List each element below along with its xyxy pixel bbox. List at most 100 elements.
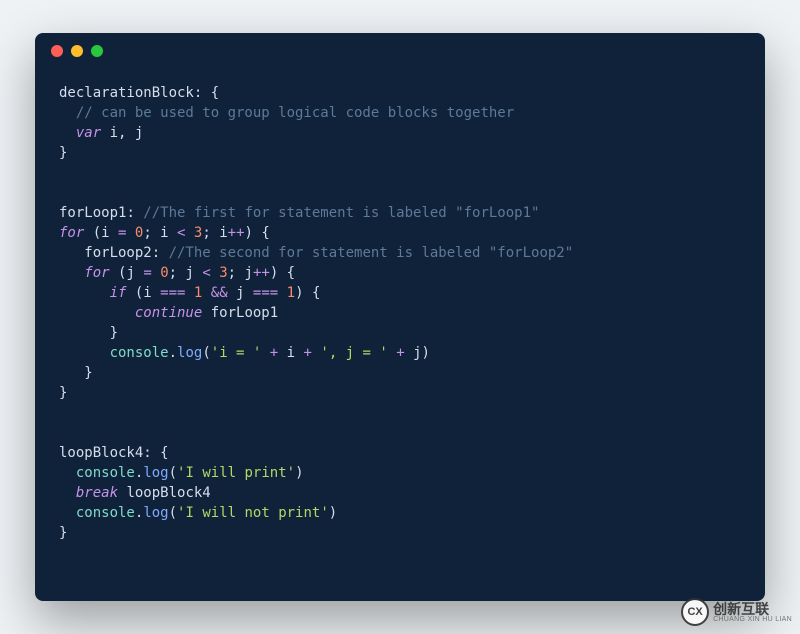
code-token: } [59, 385, 67, 401]
close-icon[interactable] [51, 45, 63, 57]
code-token: } [59, 325, 118, 341]
zoom-icon[interactable] [91, 45, 103, 57]
code-token [202, 285, 210, 301]
code-line: } [59, 143, 741, 163]
code-line: console.log('i = ' + i + ', j = ' + j) [59, 343, 741, 363]
code-token [185, 225, 193, 241]
code-token: ', j = ' [320, 345, 387, 361]
code-line: var i, j [59, 123, 741, 143]
code-editor: declarationBlock: { // can be used to gr… [35, 69, 765, 567]
code-token: } [59, 145, 67, 161]
code-token: j) [405, 345, 430, 361]
code-token: ) [329, 505, 337, 521]
code-line: if (i === 1 && j === 1) { [59, 283, 741, 303]
code-token: // can be used to group logical code blo… [76, 105, 514, 121]
code-token: : { [143, 445, 168, 461]
code-token: log [177, 345, 202, 361]
code-line [59, 423, 741, 443]
code-line: continue forLoop1 [59, 303, 741, 323]
code-token: console [76, 465, 135, 481]
code-token: loopBlock4 [59, 445, 143, 461]
code-token: 'I will print' [177, 465, 295, 481]
watermark: CX 创新互联 CHUANG XIN HU LIAN [681, 598, 792, 626]
code-token [211, 265, 219, 281]
code-token [59, 125, 76, 141]
watermark-logo-icon: CX [681, 598, 709, 626]
code-token: 1 [287, 285, 295, 301]
code-token: log [143, 465, 168, 481]
code-token: } [59, 365, 93, 381]
code-token: ++ [253, 265, 270, 281]
code-token: j [228, 285, 253, 301]
code-line: } [59, 323, 741, 343]
code-line: for (i = 0; i < 3; i++) { [59, 223, 741, 243]
watermark-en: CHUANG XIN HU LIAN [713, 616, 792, 623]
code-token: continue [135, 305, 202, 321]
code-line: for (j = 0; j < 3; j++) { [59, 263, 741, 283]
code-token: === [253, 285, 278, 301]
minimize-icon[interactable] [71, 45, 83, 57]
code-token [59, 345, 110, 361]
code-token: var [76, 125, 101, 141]
code-token: + [270, 345, 278, 361]
code-token: ; j [169, 265, 203, 281]
code-line [59, 163, 741, 183]
code-token: ; i [143, 225, 177, 241]
code-token: ; i [202, 225, 227, 241]
code-token [59, 485, 76, 501]
code-token: console [110, 345, 169, 361]
code-token: (i [84, 225, 118, 241]
code-token [185, 285, 193, 301]
code-token: //The second for statement is labeled "f… [169, 245, 574, 261]
code-token: ; j [228, 265, 253, 281]
code-token: forLoop1 [202, 305, 278, 321]
code-line [59, 403, 741, 423]
code-token: + [396, 345, 404, 361]
code-token: for [59, 225, 84, 241]
code-line: console.log('I will print') [59, 463, 741, 483]
code-line: } [59, 363, 741, 383]
code-token: //The first for statement is labeled "fo… [143, 205, 539, 221]
window-titlebar [35, 33, 765, 69]
code-token [59, 505, 76, 521]
code-line: loopBlock4: { [59, 443, 741, 463]
code-line: forLoop1: //The first for statement is l… [59, 203, 741, 223]
code-token: : [152, 245, 169, 261]
code-token [59, 465, 76, 481]
code-token [59, 305, 135, 321]
code-token: break [76, 485, 118, 501]
code-token: loopBlock4 [118, 485, 211, 501]
code-token: ++ [228, 225, 245, 241]
code-token: } [59, 525, 67, 541]
code-token: console [76, 505, 135, 521]
code-token [59, 285, 110, 301]
code-token: 0 [160, 265, 168, 281]
code-token [126, 225, 134, 241]
code-token [152, 265, 160, 281]
code-token [59, 265, 84, 281]
code-line: } [59, 383, 741, 403]
code-line: console.log('I will not print') [59, 503, 741, 523]
code-token: forLoop1 [59, 205, 126, 221]
code-token: ) [295, 465, 303, 481]
code-token: ( [169, 505, 177, 521]
code-token: < [202, 265, 210, 281]
code-token: && [211, 285, 228, 301]
code-token: (i [126, 285, 160, 301]
code-token: declarationBlock [59, 85, 194, 101]
code-token [388, 345, 396, 361]
code-token: if [110, 285, 127, 301]
code-token: i [278, 345, 303, 361]
code-line: break loopBlock4 [59, 483, 741, 503]
code-token: ( [169, 465, 177, 481]
code-token: 3 [219, 265, 227, 281]
code-token: ) { [245, 225, 270, 241]
watermark-text: 创新互联 CHUANG XIN HU LIAN [713, 602, 792, 623]
code-token: . [169, 345, 177, 361]
code-token [59, 105, 76, 121]
code-line [59, 183, 741, 203]
code-token: 'I will not print' [177, 505, 329, 521]
code-token: (j [110, 265, 144, 281]
code-line: declarationBlock: { [59, 83, 741, 103]
code-token [278, 285, 286, 301]
